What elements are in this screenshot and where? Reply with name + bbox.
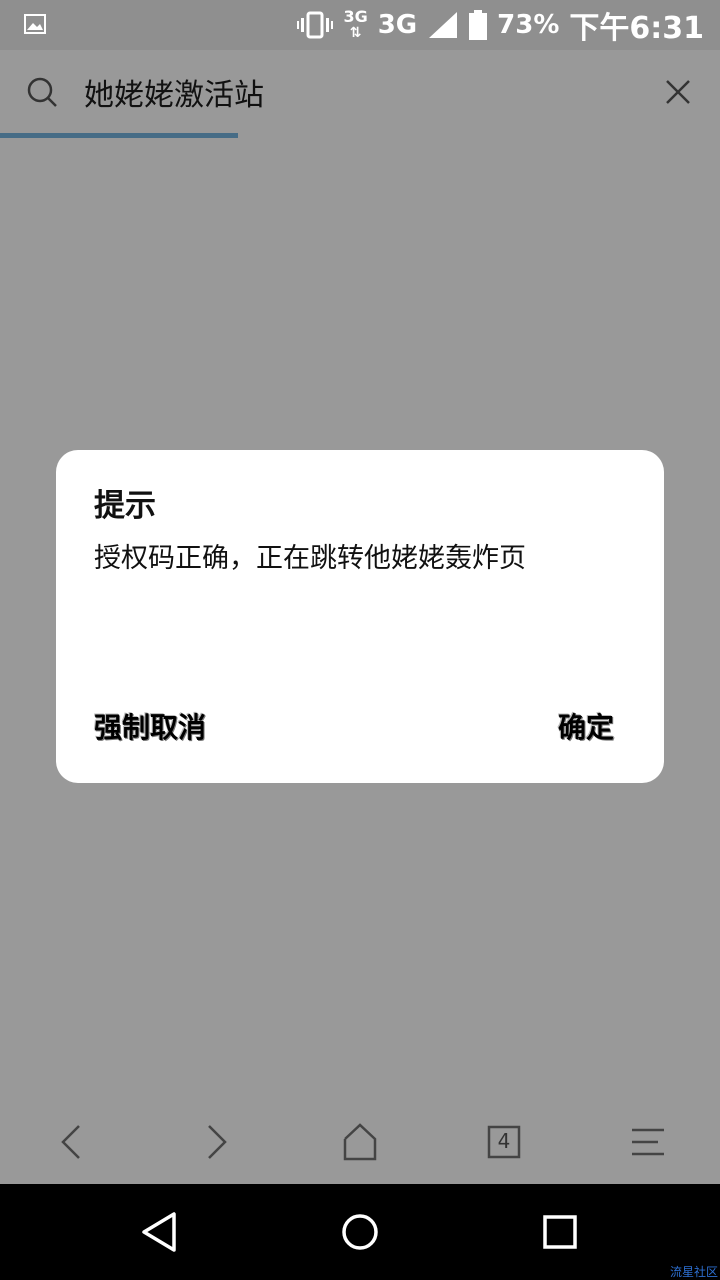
status-bar: 3G ⇅ 3G 73% 下午6:31 <box>0 0 720 50</box>
image-icon <box>24 14 46 34</box>
clock: 下午6:31 <box>569 11 704 46</box>
dialog-title: 提示 <box>94 488 156 524</box>
network-type: 3G <box>377 10 418 40</box>
search-icon[interactable] <box>26 76 58 108</box>
search-query[interactable]: 她姥姥激活站 <box>84 70 264 114</box>
battery-percent: 73% <box>497 10 560 40</box>
back-icon[interactable] <box>52 1122 92 1162</box>
vibrate-icon <box>297 11 334 39</box>
signal-icon <box>429 12 458 38</box>
browser-toolbar: 4 <box>0 1100 720 1184</box>
forward-icon[interactable] <box>196 1122 236 1162</box>
nav-recents-icon[interactable] <box>538 1210 582 1254</box>
search-bar: 她姥姥激活站 <box>0 50 720 140</box>
tabs-button[interactable]: 4 <box>484 1122 524 1162</box>
watermark: 流星社区 <box>669 1265 718 1279</box>
page-load-progress <box>0 133 238 138</box>
alert-dialog: 提示 授权码正确，正在跳转他姥姥轰炸页 强制取消 确定 <box>56 450 664 783</box>
battery-icon <box>469 10 488 40</box>
close-icon[interactable] <box>664 78 692 106</box>
nav-home-icon[interactable] <box>338 1210 382 1254</box>
confirm-button[interactable]: 确定 <box>558 706 614 746</box>
dialog-message: 授权码正确，正在跳转他姥姥轰炸页 <box>94 543 526 574</box>
tab-count: 4 <box>497 1129 511 1153</box>
network-type-small: 3G <box>343 7 368 26</box>
home-icon[interactable] <box>340 1122 380 1162</box>
system-nav-bar: 流星社区 <box>0 1184 720 1280</box>
nav-back-icon[interactable] <box>138 1210 182 1254</box>
force-cancel-button[interactable]: 强制取消 <box>94 706 206 746</box>
menu-icon[interactable] <box>628 1122 668 1162</box>
